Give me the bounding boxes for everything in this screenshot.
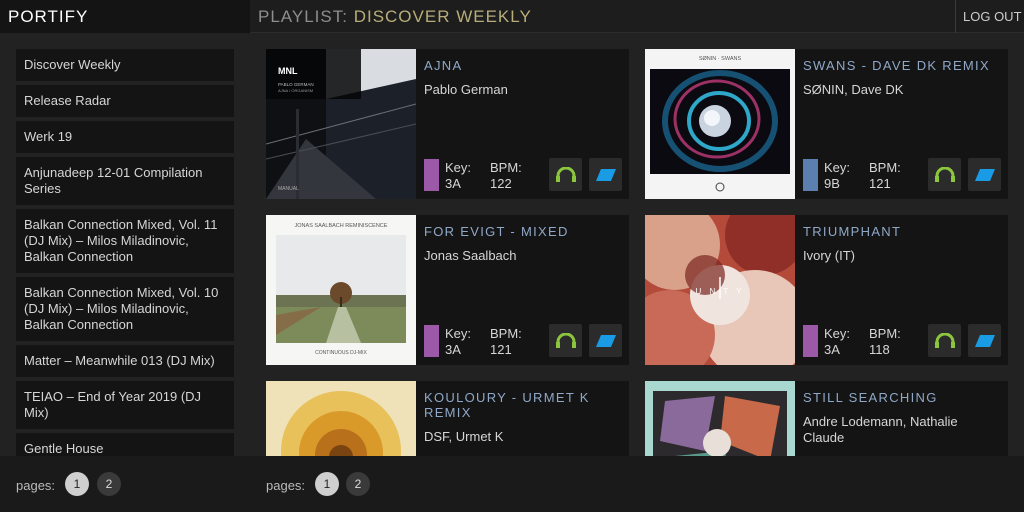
- track-key: Key: 9B: [824, 160, 851, 191]
- track-grid: MNL PABLO GERMAN AJNA / ORGANISM MANUAL …: [266, 49, 1008, 456]
- sidebar-item-teiao[interactable]: TEIAO – End of Year 2019 (DJ Mix): [16, 381, 234, 429]
- track-card: SØNIN · SWANS SWANS - DAVE DK REMIX SØNI…: [645, 49, 1008, 199]
- track-title: STILL SEARCHING: [803, 390, 938, 405]
- sidebar-item-anjunadeep[interactable]: Anjunadeep 12-01 Compilation Series: [16, 157, 234, 205]
- key-color-swatch: [424, 159, 439, 191]
- track-key: Key: 3A: [445, 160, 472, 191]
- listen-button[interactable]: [549, 158, 582, 191]
- album-cover[interactable]: [645, 381, 795, 456]
- sidebar-item-matter[interactable]: Matter – Meanwhile 013 (DJ Mix): [16, 345, 234, 377]
- track-bpm: BPM: 121: [869, 160, 901, 191]
- headphones-icon: [555, 166, 576, 182]
- parallelogram-icon: [595, 334, 616, 347]
- track-card: MNL PABLO GERMAN AJNA / ORGANISM MANUAL …: [266, 49, 629, 199]
- headphones-icon: [555, 332, 576, 348]
- album-cover[interactable]: [266, 381, 416, 456]
- track-bpm: BPM: 122: [490, 160, 522, 191]
- playlist-name: DISCOVER WEEKLY: [353, 7, 532, 26]
- parallelogram-icon: [595, 168, 616, 181]
- cover-footer: CONTINUOUS DJ-MIX: [315, 350, 367, 356]
- track-artist: Ivory (IT): [803, 248, 855, 263]
- top-bar: PORTIFY PLAYLIST: DISCOVER WEEKLY LOG OU…: [0, 0, 1024, 33]
- cover-heading: SØNIN · SWANS: [699, 56, 742, 62]
- track-key: Key: 3A: [824, 326, 851, 357]
- track-card: STILL SEARCHING Andre Lodemann, Nathalie…: [645, 381, 1008, 456]
- track-card: U N T Y TRIUMPHANT Ivory (IT) Key: 3A BPM…: [645, 215, 1008, 365]
- sidebar-item-gentle-house[interactable]: Gentle House: [16, 433, 234, 456]
- key-color-swatch: [803, 325, 818, 357]
- store-button[interactable]: [968, 158, 1001, 191]
- footer: pages: 1 2 pages: 1 2: [0, 456, 1024, 512]
- playlist-sidebar: Discover Weekly Release Radar Werk 19 An…: [16, 49, 234, 456]
- app-logo[interactable]: PORTIFY: [0, 0, 250, 33]
- cover-heading: JONAS SAALBACH REMINISCENCE: [295, 223, 388, 229]
- album-cover[interactable]: SØNIN · SWANS: [645, 49, 795, 199]
- cover-logo: MNL: [278, 66, 298, 76]
- track-artist: Pablo German: [424, 82, 508, 97]
- track-title: TRIUMPHANT: [803, 224, 902, 239]
- tracks-page-1-button[interactable]: 1: [315, 472, 339, 496]
- sidebar-page-2-button[interactable]: 2: [97, 472, 121, 496]
- track-artist: Andre Lodemann, Nathalie Claude: [803, 414, 958, 445]
- track-bpm: BPM: 118: [869, 326, 901, 357]
- album-cover[interactable]: JONAS SAALBACH REMINISCENCE CONTINUOUS D…: [266, 215, 416, 365]
- sidebar-page-1-button[interactable]: 1: [65, 472, 89, 496]
- headphones-icon: [934, 166, 955, 182]
- listen-button[interactable]: [928, 158, 961, 191]
- track-title: AJNA: [424, 58, 463, 73]
- store-button[interactable]: [589, 324, 622, 357]
- cover-subtitle: AJNA / ORGANISM: [278, 88, 313, 93]
- parallelogram-icon: [974, 334, 995, 347]
- parallelogram-icon: [974, 168, 995, 181]
- playlist-prefix: PLAYLIST:: [258, 7, 348, 26]
- sidebar-item-release-radar[interactable]: Release Radar: [16, 85, 234, 117]
- store-button[interactable]: [589, 158, 622, 191]
- track-card: JONAS SAALBACH REMINISCENCE CONTINUOUS D…: [266, 215, 629, 365]
- headphones-icon: [934, 332, 955, 348]
- playlist-heading: PLAYLIST: DISCOVER WEEKLY: [258, 7, 532, 27]
- logout-button[interactable]: LOG OUT: [955, 0, 1024, 33]
- tracks-page-2-button[interactable]: 2: [346, 472, 370, 496]
- sidebar-item-discover-weekly[interactable]: Discover Weekly: [16, 49, 234, 81]
- key-color-swatch: [424, 325, 439, 357]
- track-artist: SØNIN, Dave DK: [803, 82, 904, 97]
- cover-artist: PABLO GERMAN: [278, 82, 314, 87]
- track-title: KOULOURY - URMET K REMIX: [424, 390, 590, 420]
- store-button[interactable]: [968, 324, 1001, 357]
- sidebar-item-balkan-10[interactable]: Balkan Connection Mixed, Vol. 10 (DJ Mix…: [16, 277, 234, 341]
- cover-footer: MANUAL: [278, 186, 299, 192]
- tracks-pages-label: pages:: [266, 478, 306, 493]
- album-cover[interactable]: U N T Y: [645, 215, 795, 365]
- track-artist: Jonas Saalbach: [424, 248, 517, 263]
- track-key: Key: 3A: [445, 326, 472, 357]
- listen-button[interactable]: [928, 324, 961, 357]
- track-card: KOULOURY - URMET K REMIX DSF, Urmet K: [266, 381, 629, 456]
- sidebar-item-balkan-11[interactable]: Balkan Connection Mixed, Vol. 11 (DJ Mix…: [16, 209, 234, 273]
- album-cover[interactable]: MNL PABLO GERMAN AJNA / ORGANISM MANUAL: [266, 49, 416, 199]
- track-title: FOR EVIGT - MIXED: [424, 224, 569, 239]
- sidebar-pages-label: pages:: [16, 478, 56, 493]
- sidebar-item-werk-19[interactable]: Werk 19: [16, 121, 234, 153]
- key-color-swatch: [803, 159, 818, 191]
- listen-button[interactable]: [549, 324, 582, 357]
- track-artist: DSF, Urmet K: [424, 429, 504, 444]
- track-title: SWANS - DAVE DK REMIX: [803, 58, 990, 73]
- track-bpm: BPM: 121: [490, 326, 522, 357]
